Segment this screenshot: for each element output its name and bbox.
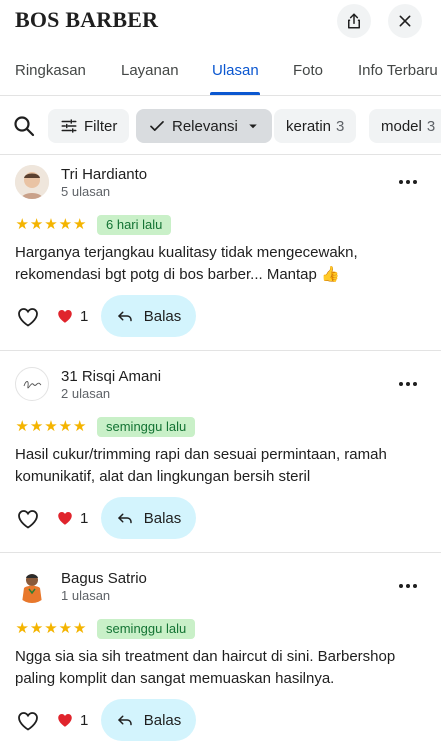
reaction-count: 1	[80, 509, 89, 527]
star-icon: ★	[58, 620, 73, 637]
review-card: Tri Hardianto 5 ulasan ★ ★ ★ ★ ★ 6 hari lalu…	[0, 154, 441, 350]
reaction-summary[interactable]: 1	[56, 509, 88, 527]
star-icon: ★	[58, 216, 73, 233]
topic-chip-keratin[interactable]: keratin 3	[274, 109, 357, 143]
tune-icon	[61, 119, 77, 133]
reaction-summary[interactable]: 1	[56, 307, 88, 325]
star-icon: ★	[73, 620, 87, 637]
star-icon: ★	[29, 418, 44, 435]
review-card: Bagus Satrio 1 ulasan ★ ★ ★ ★ ★ seminggu lal…	[0, 553, 441, 749]
review-author[interactable]: Tri Hardianto	[61, 166, 147, 183]
share-button[interactable]	[337, 4, 371, 38]
avatar[interactable]	[15, 569, 49, 603]
more-options-button[interactable]	[394, 374, 422, 394]
reaction-count: 1	[80, 711, 89, 729]
review-time-badge: 6 hari lalu	[97, 215, 172, 235]
star-icon: ★	[73, 216, 87, 233]
more-options-button[interactable]	[394, 576, 422, 596]
star-icon: ★	[29, 620, 44, 637]
star-icon: ★	[29, 216, 44, 233]
check-icon	[150, 121, 164, 131]
reply-button[interactable]: Balas	[101, 295, 196, 337]
filter-chip-row: Filter Relevansi keratin 3 model 3	[0, 108, 441, 144]
star-icon: ★	[58, 418, 73, 435]
reply-icon	[117, 715, 132, 726]
star-icon: ★	[15, 216, 29, 233]
reply-label: Balas	[143, 711, 182, 729]
review-author[interactable]: Bagus Satrio	[61, 570, 147, 587]
review-count: 1 ulasan	[61, 588, 111, 603]
sort-label: Relevansi	[172, 117, 238, 135]
review-time-badge: seminggu lalu	[97, 619, 196, 639]
topic-label: model	[381, 117, 422, 135]
star-icon: ★	[15, 620, 29, 637]
reply-label: Balas	[143, 307, 182, 325]
like-heart-icon[interactable]	[15, 507, 41, 531]
star-icon: ★	[44, 216, 58, 233]
tab-ringkasan[interactable]: Ringkasan	[15, 62, 86, 79]
reply-icon	[117, 513, 132, 524]
dropdown-arrow-icon	[249, 124, 257, 129]
review-author[interactable]: 31 Risqi Amani	[61, 368, 161, 385]
filter-label: Filter	[84, 117, 118, 135]
close-icon	[399, 15, 411, 27]
review-count: 2 ulasan	[61, 386, 111, 401]
tab-foto[interactable]: Foto	[293, 62, 323, 79]
tab-bar: Ringkasan Layanan Ulasan Foto Info Terba…	[0, 52, 441, 96]
tab-ulasan[interactable]: Ulasan	[212, 62, 259, 79]
avatar[interactable]	[15, 165, 49, 199]
topic-count: 3	[336, 117, 345, 135]
close-button[interactable]	[388, 4, 422, 38]
star-icon: ★	[15, 418, 29, 435]
red-heart-icon	[58, 310, 72, 323]
reply-button[interactable]: Balas	[101, 699, 196, 741]
star-icon: ★	[44, 620, 58, 637]
reaction-summary[interactable]: 1	[56, 711, 88, 729]
review-count: 5 ulasan	[61, 184, 111, 199]
more-options-button[interactable]	[394, 172, 422, 192]
reply-icon	[117, 311, 132, 322]
active-tab-indicator	[210, 92, 260, 95]
topic-label: keratin	[286, 117, 332, 135]
tab-layanan[interactable]: Layanan	[121, 62, 179, 79]
tab-info-terbaru[interactable]: Info Terbaru	[358, 62, 438, 79]
review-card: 31 Risqi Amani 2 ulasan ★ ★ ★ ★ ★ seminggu l…	[0, 351, 441, 552]
review-text: Harganya terjangkau kualitasy tidak meng…	[15, 244, 358, 283]
topic-count: 3	[426, 117, 436, 135]
star-rating: ★ ★ ★ ★ ★	[15, 217, 87, 233]
review-time-badge: seminggu lalu	[97, 417, 196, 437]
star-icon: ★	[44, 418, 58, 435]
red-heart-icon	[58, 714, 72, 727]
filter-button[interactable]: Filter	[48, 109, 130, 143]
like-heart-icon[interactable]	[15, 709, 41, 733]
reply-button[interactable]: Balas	[101, 497, 196, 539]
star-rating: ★ ★ ★ ★ ★	[15, 419, 87, 435]
place-title: BOS BARBER	[15, 7, 159, 32]
star-icon: ★	[73, 418, 87, 435]
topic-chip-model[interactable]: model 3	[369, 109, 441, 143]
star-rating: ★ ★ ★ ★ ★	[15, 621, 87, 637]
like-heart-icon[interactable]	[15, 305, 41, 329]
red-heart-icon	[58, 512, 72, 525]
header: BOS BARBER	[0, 0, 441, 42]
reaction-count: 1	[80, 307, 89, 325]
sort-relevance-chip[interactable]: Relevansi	[136, 109, 272, 143]
avatar[interactable]	[15, 367, 49, 401]
review-text: Hasil cukur/trimming rapi dan sesuai per…	[15, 446, 387, 485]
review-text: Ngga sia sia sih treatment dan haircut d…	[15, 648, 396, 687]
reply-label: Balas	[143, 509, 182, 527]
share-icon	[348, 13, 360, 29]
search-icon[interactable]	[12, 114, 36, 138]
